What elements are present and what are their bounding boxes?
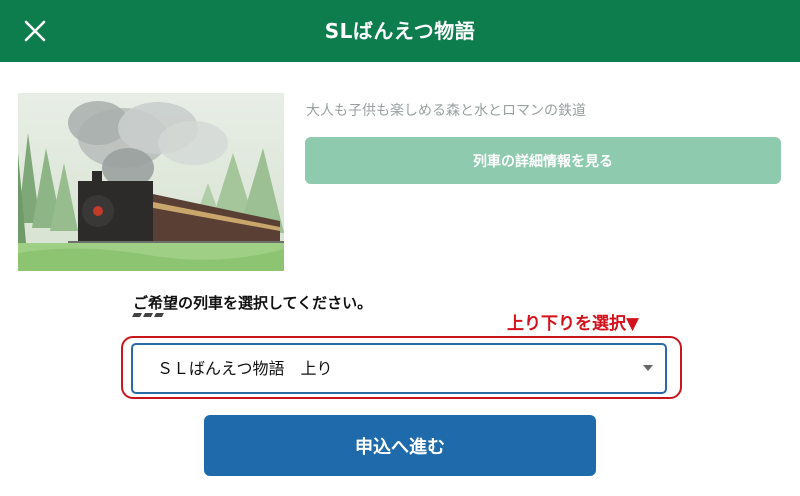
- train-subtitle: 大人も子供も楽しめる森と水とロマンの鉄道: [306, 103, 586, 119]
- app-header: SLばんえつ物語: [0, 0, 800, 62]
- direction-annotation: 上り下りを選択▼: [507, 314, 640, 334]
- train-select-dropdown[interactable]: ＳＬばんえつ物語 上り: [131, 343, 667, 394]
- train-photo: [18, 93, 284, 271]
- selected-train-value: ＳＬばんえつ物語 上り: [157, 359, 333, 378]
- handwritten-underline: [132, 313, 164, 317]
- proceed-to-apply-button[interactable]: 申込へ進む: [204, 415, 596, 476]
- chevron-down-icon: [643, 365, 653, 371]
- select-instruction: ご希望の列車を選択してください。: [133, 294, 373, 312]
- view-train-details-button[interactable]: 列車の詳細情報を見る: [305, 137, 781, 184]
- page-title: SLばんえつ物語: [324, 19, 476, 43]
